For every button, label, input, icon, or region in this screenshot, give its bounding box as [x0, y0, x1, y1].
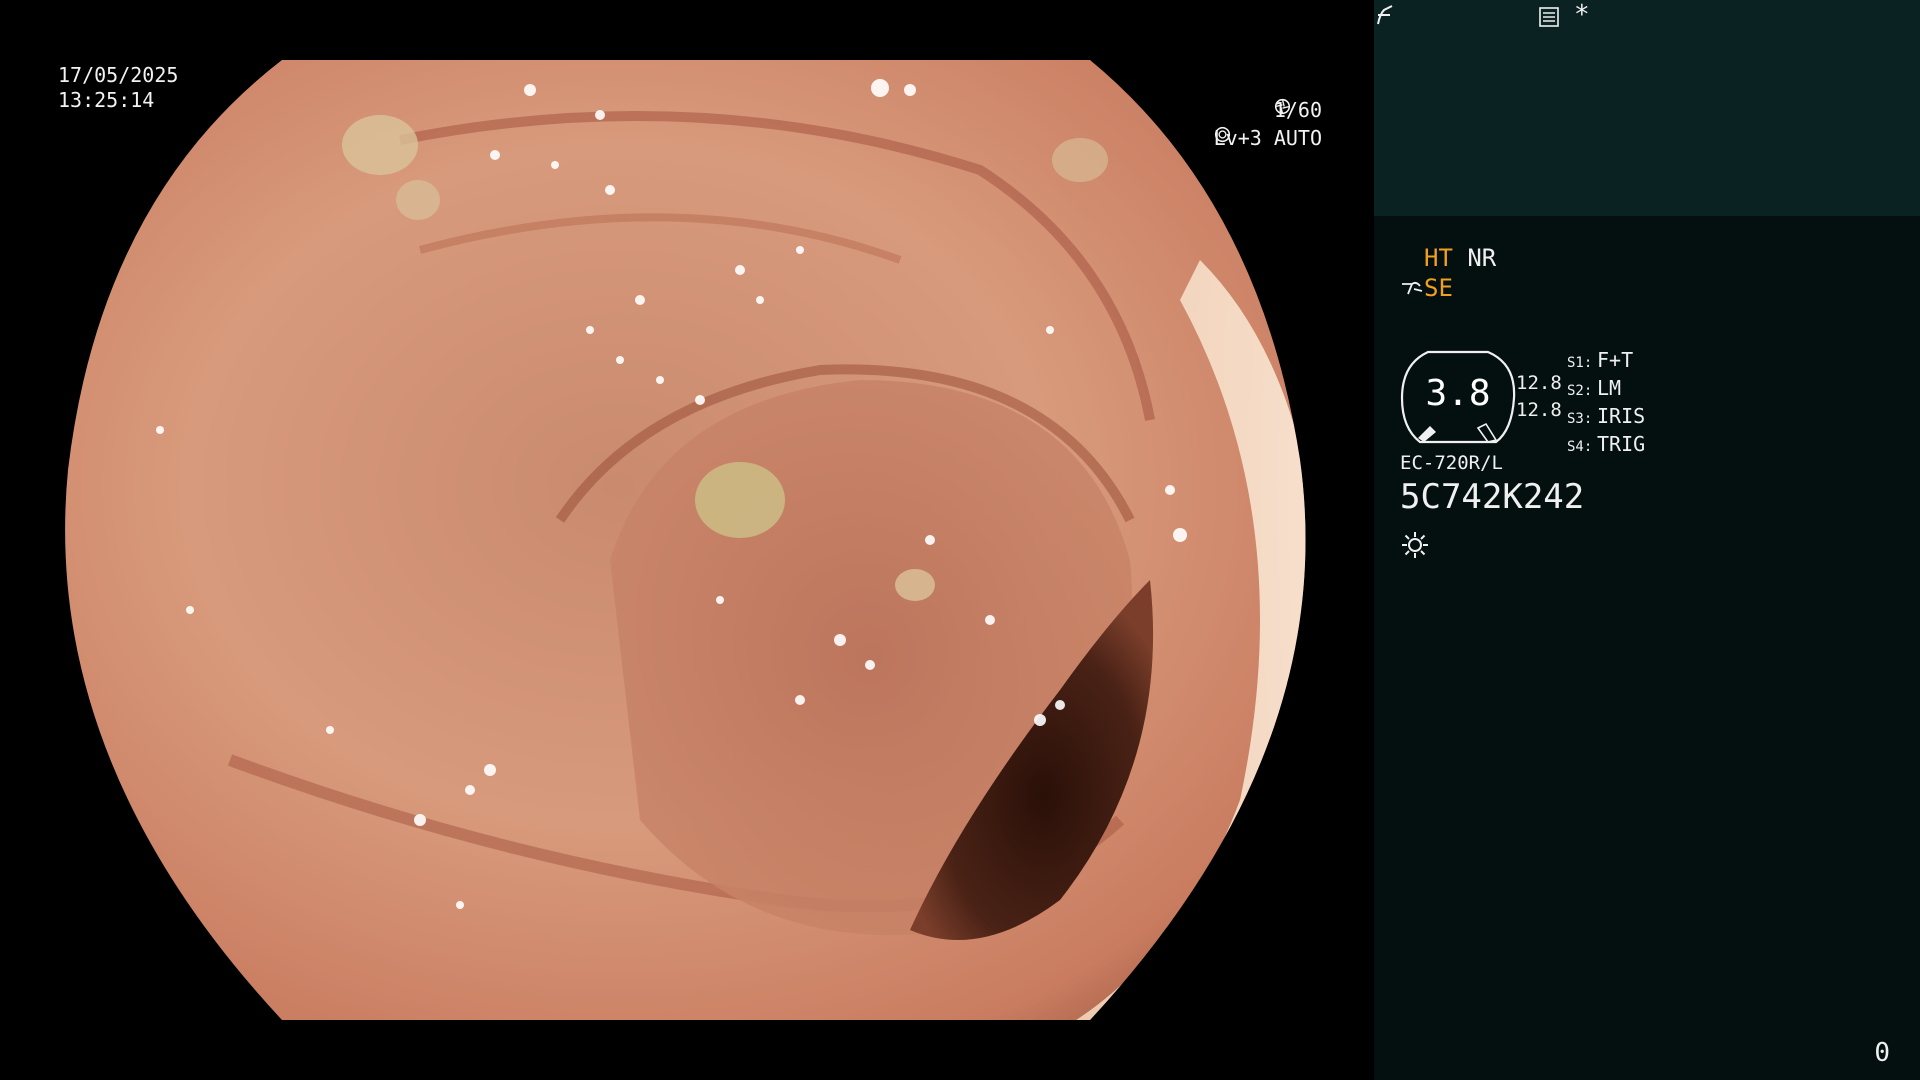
nr-label: NR — [1467, 244, 1497, 272]
structure-enhance-row: SE — [1400, 273, 1453, 303]
sun-icon — [1402, 532, 1428, 558]
level-value-1: 12.8 — [1516, 372, 1562, 394]
date-text: 17/05/2025 — [58, 63, 179, 87]
level-value-2: 12.8 — [1516, 399, 1562, 421]
switch-slot: S3: IRIS — [1567, 404, 1646, 428]
scope-serial: 5C742K242 — [1400, 477, 1585, 517]
image-mode-row: HT NR — [1424, 243, 1496, 273]
switch-slot: S1: F+T — [1567, 348, 1634, 372]
se-label: SE — [1424, 274, 1453, 302]
time-text: 13:25:14 — [58, 88, 155, 112]
asterisk-indicator: * — [1574, 0, 1590, 30]
colon-lumen-image — [0, 0, 1374, 1080]
scope-model: EC-720R/L — [1400, 452, 1503, 474]
endoscope-feed: 17/05/2025 13:25:14 1/60 Lv+3 AUTO — [0, 0, 1374, 1080]
frame-counter: 0 — [1874, 1038, 1890, 1068]
iris-icon — [1214, 126, 1230, 143]
ht-label: HT — [1424, 244, 1453, 272]
structure-enhance-icon — [1402, 281, 1423, 295]
switch-slot: S4: TRIG — [1567, 432, 1646, 456]
switch-slot: S2: LM — [1567, 376, 1622, 400]
list-icon — [1539, 7, 1559, 27]
shutter-readout: 1/60 — [1274, 98, 1322, 123]
status-panel: HT NR SE * 3.8 12.8 12.8 S1: F+T S2: LM … — [1374, 0, 1920, 1080]
date-time-readout: 17/05/2025 13:25:14 — [58, 63, 178, 113]
freeze-icon — [1377, 5, 1393, 25]
endoscopy-screen: 17/05/2025 13:25:14 1/60 Lv+3 AUTO HT NR… — [0, 0, 1920, 1080]
level-readouts: 12.8 12.8 — [1516, 370, 1562, 424]
shutter-icon — [1274, 98, 1290, 115]
switch-assignments: S1: F+T S2: LM S3: IRIS S4: TRIG — [1567, 348, 1645, 460]
panel-header-area — [1374, 0, 1920, 216]
gauge-value: 3.8 — [1425, 373, 1491, 414]
brightness-gauge: 3.8 — [1400, 350, 1516, 444]
exposure-readout: Lv+3 AUTO — [1214, 126, 1322, 151]
